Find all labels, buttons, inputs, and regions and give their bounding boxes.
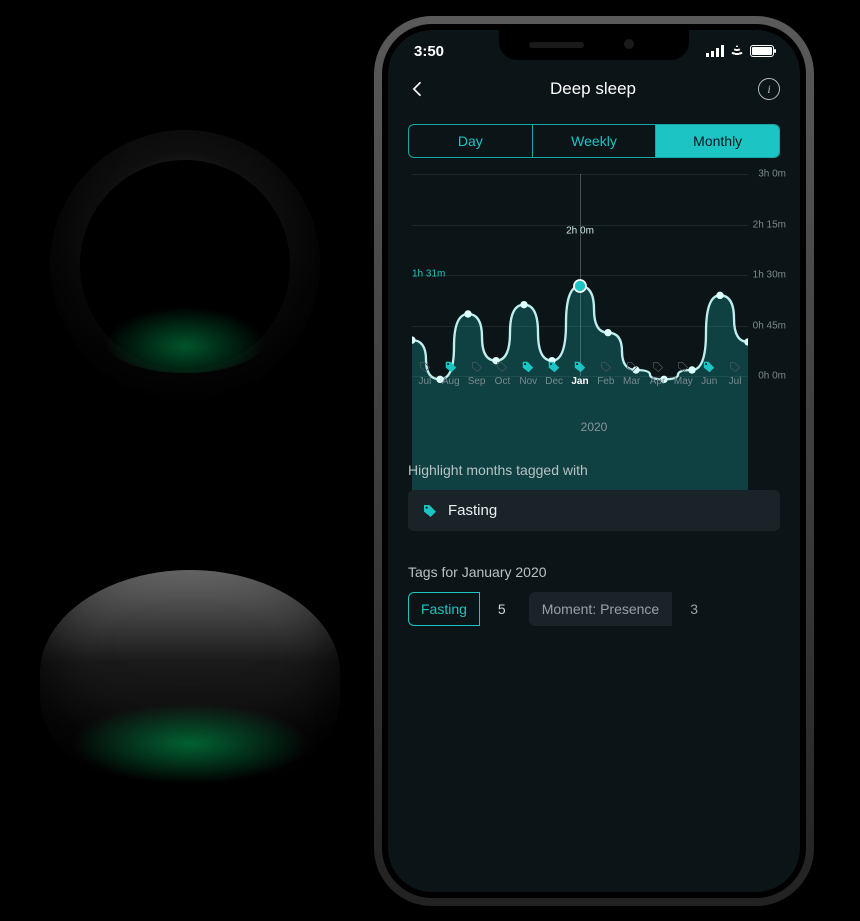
highlight-tag-row[interactable]: Fasting [408,490,780,531]
x-tick[interactable]: Jun [696,376,722,414]
tag-icon [702,360,716,374]
x-tick[interactable]: Mar [619,376,645,414]
tag-icon [521,360,535,374]
tag-icon [419,361,431,373]
page-title: Deep sleep [550,79,636,99]
highlight-section-label: Highlight months tagged with [408,462,780,478]
x-tick[interactable]: Aug [438,376,464,414]
back-button[interactable] [408,79,428,99]
tag-icon [547,360,561,374]
product-ring-image-top [50,130,320,400]
cellular-icon [706,45,724,57]
x-tick[interactable]: Feb [593,376,619,414]
tag-icon [422,503,438,519]
tags-section: Tags for January 2020 Fasting5 Moment: Pr… [408,564,780,626]
x-tick[interactable]: Jul [722,376,748,414]
tag-icon [496,361,508,373]
y-tick-label: 0h 45m [753,320,786,331]
tag-icon [600,361,612,373]
highlight-tag-label: Fasting [448,502,497,519]
tag-icon [471,361,483,373]
tag-icon [626,361,638,373]
x-tick[interactable]: Apr [645,376,671,414]
deep-sleep-chart[interactable]: 0h 0m0h 45m1h 30m2h 15m3h 0m 1h 31m2h 0m… [402,174,786,434]
phone-notch [499,30,689,60]
phone-frame: 3:50 Deep sleep i DayWeeklyMonthly 0h 0m… [374,16,814,906]
tag-icon [573,360,587,374]
highlight-section: Highlight months tagged with Fasting [408,462,780,531]
tag-icon [652,361,664,373]
x-tick[interactable]: Jul [412,376,438,414]
period-tabs: DayWeeklyMonthly [408,124,780,158]
x-tick[interactable]: May [670,376,696,414]
tag-icon [677,361,689,373]
tag-pill-label: Fasting [408,592,480,626]
info-button[interactable]: i [758,78,780,100]
tab-weekly[interactable]: Weekly [533,125,657,157]
app-screen: 3:50 Deep sleep i DayWeeklyMonthly 0h 0m… [388,30,800,892]
tags-section-label: Tags for January 2020 [408,564,780,580]
product-ring-image-bottom [40,570,340,800]
x-tick[interactable]: Jan [567,376,593,414]
tab-day[interactable]: Day [409,125,533,157]
chart-year-label: 2020 [402,420,786,434]
tab-monthly[interactable]: Monthly [656,125,779,157]
y-tick-label: 3h 0m [758,169,786,180]
x-tick[interactable]: Nov [515,376,541,414]
tag-pill-count: 3 [678,592,711,626]
x-tick[interactable]: Oct [490,376,516,414]
x-tick[interactable]: Dec [541,376,567,414]
tag-icon [444,360,458,374]
app-header: Deep sleep i [388,78,800,100]
y-tick-label: 2h 15m [753,219,786,230]
chart-callout: 1h 31m [412,268,445,279]
chart-callout: 2h 0m [566,226,594,237]
tag-pill-count: 5 [486,592,519,626]
chart-plot [412,174,748,510]
battery-icon [750,45,774,57]
tag-pill-label: Moment: Presence [529,592,673,626]
tag-pill[interactable]: Moment: Presence3 [529,592,711,626]
y-tick-label: 0h 0m [758,371,786,382]
status-time: 3:50 [414,43,444,60]
chart-x-axis: JulAugSepOctNovDecJanFebMarAprMayJunJul [412,376,748,414]
wifi-icon [729,45,745,57]
y-tick-label: 1h 30m [753,270,786,281]
tag-icon [729,361,741,373]
x-tick[interactable]: Sep [464,376,490,414]
tag-pill[interactable]: Fasting5 [408,592,519,626]
